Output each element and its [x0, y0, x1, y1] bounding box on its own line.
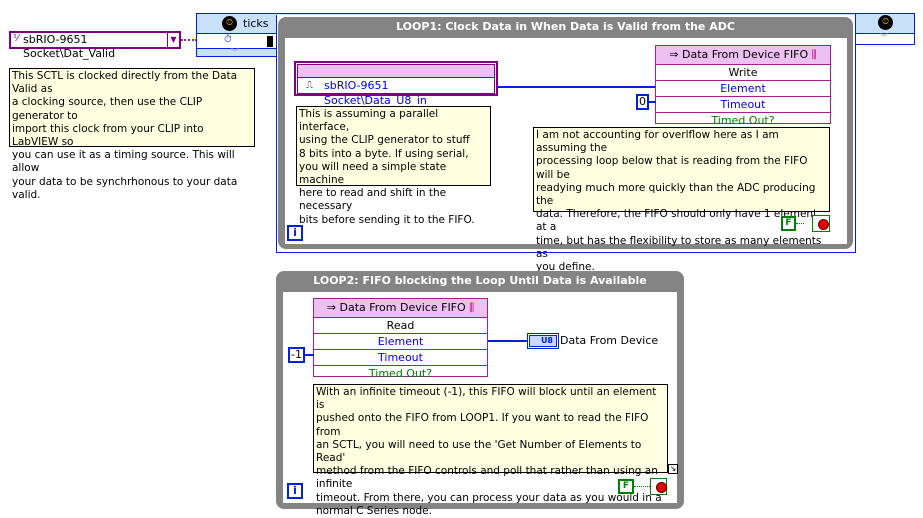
fifo-name: Data From Device FIFO: [681, 48, 809, 61]
fifo-write-node[interactable]: ⇒ Data From Device FIFO ⫼ Write Element …: [655, 45, 831, 127]
stop-terminal[interactable]: [812, 215, 830, 232]
infinite-timeout-comment: With an infinite timeout (-1), this FIFO…: [313, 384, 668, 517]
element-wire: [488, 340, 528, 342]
stop-terminal[interactable]: [650, 478, 667, 495]
ticks-label: ticks: [243, 17, 269, 30]
timeout-wire: [649, 101, 656, 103]
resize-handle-icon[interactable]: ↘: [668, 464, 678, 474]
clock-source-node[interactable]: ⅟ sbRIO-9651 Socket\Dat_Valid ▼: [9, 31, 181, 60]
clock-icon: ⏲: [878, 15, 893, 30]
chevron-down-icon[interactable]: ︾: [231, 47, 239, 58]
loop2-title: LOOP2: FIFO blocking the Loop Until Data…: [313, 274, 647, 287]
element-wire: [498, 86, 656, 88]
fifo-timedout-terminal[interactable]: Timed Out?: [656, 113, 830, 128]
fifo-method: Read: [314, 318, 487, 334]
iteration-terminal: i: [287, 483, 303, 499]
clock-icon: ⏲: [222, 16, 237, 31]
sctl-frame-top: [276, 13, 856, 15]
dropdown-arrow-icon[interactable]: ▼: [167, 33, 179, 47]
sctl-right-box: ⏲ ︾: [855, 13, 915, 45]
fifo-timedout-terminal[interactable]: Timed Out?: [314, 366, 487, 381]
sctl-comment: This SCTL is clocked directly from the D…: [9, 68, 255, 201]
timeout-constant[interactable]: 0: [636, 94, 649, 110]
timer-icon: ⏱: [224, 34, 232, 45]
fifo-name: Data From Device FIFO: [339, 301, 466, 314]
loop1-title: LOOP1: Clock Data in When Data is Valid …: [396, 20, 735, 33]
fifo-icon: ⇒: [326, 301, 340, 314]
stop-false-constant[interactable]: F: [618, 479, 634, 494]
timeout-constant[interactable]: -1: [288, 347, 305, 363]
timeout-wire: [305, 354, 314, 356]
sctl-timing-box: ⏲ ticks ⏱ ︾: [196, 13, 277, 57]
data-indicator[interactable]: U8: [527, 333, 559, 349]
fifo-timeout-terminal[interactable]: Timeout: [656, 97, 830, 113]
overflow-comment: I am not accounting for overlflow here a…: [533, 127, 830, 273]
clock-source-label: sbRIO-9651 Socket\Dat_Valid: [23, 33, 116, 60]
iteration-terminal: i: [287, 225, 303, 241]
io-icon: ⅟: [13, 33, 19, 44]
chevron-down-icon[interactable]: ︾: [880, 32, 888, 43]
indicator-label: Data From Device: [560, 334, 659, 347]
parallel-comment: This is assuming a parallel interface, u…: [296, 106, 491, 226]
fifo-method: Write: [656, 65, 830, 81]
clock-wire: [181, 39, 197, 41]
fifo-element-terminal[interactable]: Element: [656, 81, 830, 97]
data-io-node[interactable]: ⎍ sbRIO-9651 Socket\Data_U8_in: [294, 61, 498, 107]
indicator-type: U8: [529, 335, 557, 347]
stop-false-constant[interactable]: F: [781, 216, 796, 231]
io-node-label: sbRIO-9651 Socket\Data_U8_in: [324, 79, 427, 107]
fifo-element-terminal[interactable]: Element: [314, 334, 487, 350]
digital-io-icon: ⎍: [306, 80, 313, 91]
fifo-read-node[interactable]: ⇒ Data From Device FIFO ⫼ Read Element T…: [313, 298, 488, 380]
fifo-timeout-terminal[interactable]: Timeout: [314, 350, 487, 366]
fifo-icon: ⇒: [669, 48, 682, 61]
